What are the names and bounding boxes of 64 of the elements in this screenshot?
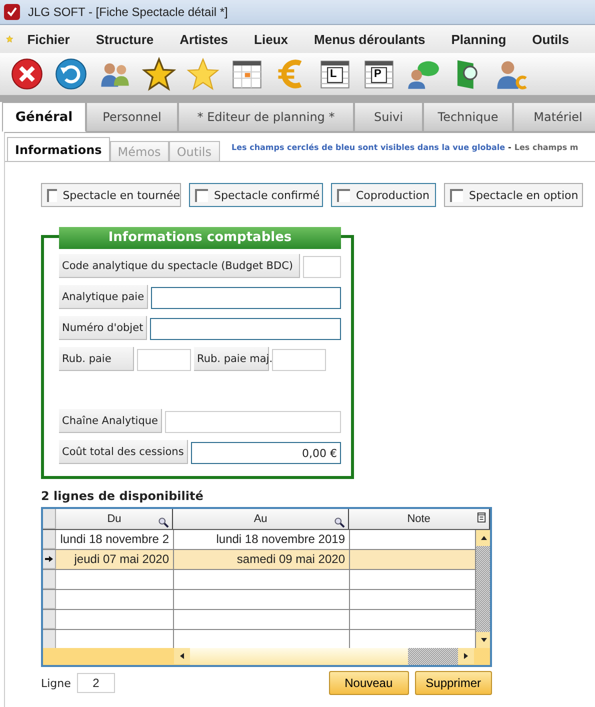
column-header[interactable]: Au	[173, 509, 349, 529]
calendar-letter: P	[374, 68, 382, 80]
menu-item[interactable]: Structure	[96, 32, 154, 46]
table-cell: samedi 09 mai 2020	[174, 550, 350, 569]
scrollbar[interactable]	[476, 530, 490, 648]
refresh-icon[interactable]	[54, 57, 88, 91]
line-number-field[interactable]: 2	[76, 673, 115, 693]
action-button[interactable]: Supprimer	[414, 671, 492, 695]
input-field[interactable]	[151, 287, 341, 309]
tab[interactable]: Général	[2, 102, 86, 132]
table-cell: lundi 18 novembre 2	[56, 530, 174, 549]
notice-text: Les champs cerclés de bleu sont visibles dans la vue globale	[232, 143, 506, 152]
field-label: Rub. paie	[59, 347, 134, 371]
field-label: Coût total des cessions	[59, 440, 188, 464]
menu-item[interactable]: Planning	[451, 32, 506, 46]
line-label: Ligne	[41, 676, 71, 690]
field-label: Chaîne Analytique	[59, 409, 162, 433]
tab[interactable]: Matériel	[513, 102, 595, 132]
calendar-letter: L	[330, 68, 337, 80]
scroll-right-button[interactable]	[458, 648, 474, 664]
menu-item[interactable]: Menus déroulants	[314, 32, 426, 46]
scroll-up-button[interactable]	[476, 530, 490, 546]
column-header[interactable]: Note	[348, 509, 490, 529]
table-cell: jeudi 07 mai 2020	[56, 550, 174, 569]
table-cell: lundi 18 novembre 2019	[174, 530, 350, 549]
tab[interactable]: Technique	[423, 102, 513, 132]
app-icon	[4, 4, 20, 20]
separator-text: -	[508, 143, 512, 152]
search-icon[interactable]	[158, 517, 170, 528]
tab[interactable]: * Editeur de planning *	[178, 102, 354, 132]
menu-item[interactable]: Lieux	[254, 32, 288, 46]
notice-text: Les champs m	[514, 143, 578, 152]
menu-item[interactable]: Artistes	[180, 32, 228, 46]
star-icon[interactable]	[186, 57, 220, 91]
close-icon[interactable]	[10, 57, 44, 91]
menu-item[interactable]: Outils	[532, 32, 569, 46]
row-header[interactable]	[43, 550, 56, 569]
scrollbar[interactable]	[174, 648, 474, 665]
checkbox[interactable]: Spectacle en tournée	[41, 183, 181, 207]
input-field[interactable]: 0,00 €	[190, 442, 341, 464]
table-row[interactable]: jeudi 07 mai 2020 samedi 09 mai 2020	[43, 550, 476, 570]
tab[interactable]: Informations	[7, 137, 110, 161]
checkbox[interactable]: Coproduction	[331, 183, 436, 207]
list-icon[interactable]	[476, 512, 486, 523]
action-button[interactable]: Nouveau	[328, 671, 409, 695]
tab[interactable]: Suivi	[354, 102, 423, 132]
window-title: JLG SOFT - [Fiche Spectacle détail *]	[28, 5, 228, 19]
search-icon[interactable]	[334, 517, 345, 528]
input-field[interactable]	[150, 318, 341, 340]
tab[interactable]: Personnel	[86, 102, 178, 132]
field-label: Analytique paie	[59, 285, 148, 309]
checkbox[interactable]: Spectacle confirmé	[189, 183, 323, 207]
field-label: Rub. paie maj.	[194, 347, 269, 371]
menu-item[interactable]: Fichier	[27, 32, 70, 46]
field-label: Code analytique du spectacle (Budget BDC)	[59, 254, 300, 278]
arrow-icon	[45, 555, 53, 563]
table-title: 2 lignes de disponibilité	[41, 489, 204, 503]
star-icon[interactable]	[142, 57, 176, 91]
group-title: Informations comptables	[59, 227, 341, 249]
checkbox[interactable]: Spectacle en option	[444, 183, 583, 207]
field-label: Numéro d'objet	[59, 316, 148, 340]
scroll-left-button[interactable]	[174, 648, 190, 664]
scroll-down-button[interactable]	[476, 632, 490, 648]
column-header[interactable]: Du	[56, 509, 174, 529]
